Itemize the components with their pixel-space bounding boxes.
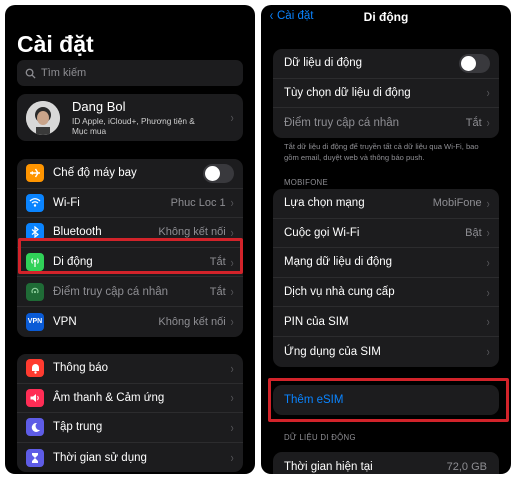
chevron-right-icon: › [486,225,490,241]
profile-subtitle: ID Apple, iCloud+, Phương tiện & Mục mua [72,116,195,136]
bell-icon [26,359,44,378]
cellular-data-toggle[interactable] [459,53,490,73]
row-label: Mạng dữ liệu di động [284,256,393,269]
profile-card[interactable]: Dang Bol ID Apple, iCloud+, Phương tiện … [17,94,243,141]
avatar [26,100,60,135]
row-personal-hotspot[interactable]: Điểm truy cập cá nhân Tắt › [273,108,499,138]
row-label: PIN của SIM [284,315,349,328]
chevron-right-icon: › [486,284,490,300]
chevron-right-icon: › [486,115,490,131]
search-icon [25,68,36,79]
row-label: Âm thanh & Cảm ứng [53,391,165,404]
chevron-right-icon: › [230,390,234,406]
nav-bar: ‹ Cài đặt Di động [261,8,511,30]
highlight-box [18,238,243,274]
speaker-icon [26,388,44,407]
chevron-right-icon: › [230,314,234,330]
row-notifications[interactable]: Thông báo › [17,354,243,384]
carrier-group: Lựa chọn mạng MobiFone › Cuộc gọi Wi-Fi … [273,189,499,367]
cellular-panel: ‹ Cài đặt Di động Dữ liệu di động Tùy ch… [261,5,511,474]
row-screen-time[interactable]: Thời gian sử dụng › [17,443,243,473]
chevron-right-icon: › [230,450,234,466]
section-header-carrier: MOBIFONE [284,178,328,187]
row-focus[interactable]: Tập trung › [17,413,243,443]
row-value: Không kết nối [158,315,226,328]
row-label: Thời gian hiện tại [284,460,373,473]
row-carrier-services[interactable]: Dịch vụ nhà cung cấp › [273,278,499,308]
profile-name: Dang Bol [72,99,126,114]
row-data-options[interactable]: Tùy chọn dữ liệu di động › [273,79,499,109]
row-label: Dữ liệu di động [284,57,363,70]
row-value: Phuc Loc 1 [170,196,226,209]
row-cellular-data[interactable]: Dữ liệu di động [273,49,499,79]
chevron-right-icon: › [230,360,234,376]
section-header-data: DỮ LIỆU DI ĐỘNG [284,433,356,442]
highlight-box [268,378,509,422]
row-value: Tắt [209,285,226,298]
row-label: Cuộc gọi Wi-Fi [284,226,360,239]
row-label: Thời gian sử dụng [53,451,147,464]
vpn-icon: VPN [26,312,44,331]
row-label: Điểm truy cập cá nhân [284,116,400,129]
search-placeholder: Tìm kiếm [41,67,87,79]
moon-icon [26,418,44,437]
row-label: Điểm truy cập cá nhân [53,285,169,298]
chevron-right-icon: › [230,284,234,300]
row-value: Không kết nối [158,226,226,239]
row-vpn[interactable]: VPN VPN Không kết nối › [17,307,243,337]
row-sim-applications[interactable]: Ứng dụng của SIM › [273,337,499,367]
nav-title: Di động [363,10,409,24]
wifi-icon [26,193,44,212]
row-value: Tắt [465,116,482,129]
row-label: Ứng dụng của SIM [284,345,381,358]
chevron-right-icon: › [486,254,490,270]
chevron-right-icon: › [230,195,234,211]
row-wifi[interactable]: Wi-Fi Phuc Loc 1 › [17,189,243,219]
cellular-data-group: Dữ liệu di động Tùy chọn dữ liệu di động… [273,49,499,138]
page-title: Cài đặt [17,31,94,57]
chevron-right-icon: › [486,344,490,360]
row-label: Wi-Fi [53,196,80,209]
row-label: Chế độ máy bay [53,167,137,180]
personal-hotspot-icon [26,282,44,301]
row-current-period: Thời gian hiện tại 72,0 GB [273,452,499,474]
row-label: Tập trung [53,421,103,434]
airplane-mode-toggle[interactable] [203,163,234,183]
row-label: Dịch vụ nhà cung cấp [284,286,395,299]
row-value: MobiFone [432,197,482,210]
row-value: 72,0 GB [446,460,487,473]
row-sim-pin[interactable]: PIN của SIM › [273,307,499,337]
data-usage-group: Thời gian hiện tại 72,0 GB [273,452,499,474]
search-field[interactable]: Tìm kiếm [17,60,243,86]
notifications-group: Thông báo › Âm thanh & Cảm ứng › Tập tru… [17,354,243,473]
row-label: Tùy chọn dữ liệu di động [284,86,411,99]
row-personal-hotspot[interactable]: Điểm truy cập cá nhân Tắt › [17,277,243,307]
hourglass-icon [26,448,44,467]
chevron-right-icon: › [486,314,490,330]
chevron-right-icon: › [486,195,490,211]
cellular-data-note: Tắt dữ liệu di động để truyền tất cả dữ … [284,142,479,162]
chevron-right-icon: › [230,110,234,125]
row-label: Lựa chọn mạng [284,197,365,210]
row-wifi-calling[interactable]: Cuộc gọi Wi-Fi Bật › [273,219,499,249]
row-cellular-data-network[interactable]: Mạng dữ liệu di động › [273,248,499,278]
chevron-right-icon: › [230,419,234,435]
row-label: Bluetooth [53,226,102,239]
row-label: Thông báo [53,362,108,375]
row-sounds[interactable]: Âm thanh & Cảm ứng › [17,384,243,414]
row-value: Bật [465,226,482,239]
airplane-icon [26,164,44,183]
row-label: VPN [53,315,77,328]
settings-panel: Cài đặt Tìm kiếm Dang Bol ID Apple, iClo… [5,5,255,474]
row-airplane-mode[interactable]: Chế độ máy bay [17,159,243,189]
row-network-selection[interactable]: Lựa chọn mạng MobiFone › [273,189,499,219]
chevron-right-icon: › [486,85,490,101]
